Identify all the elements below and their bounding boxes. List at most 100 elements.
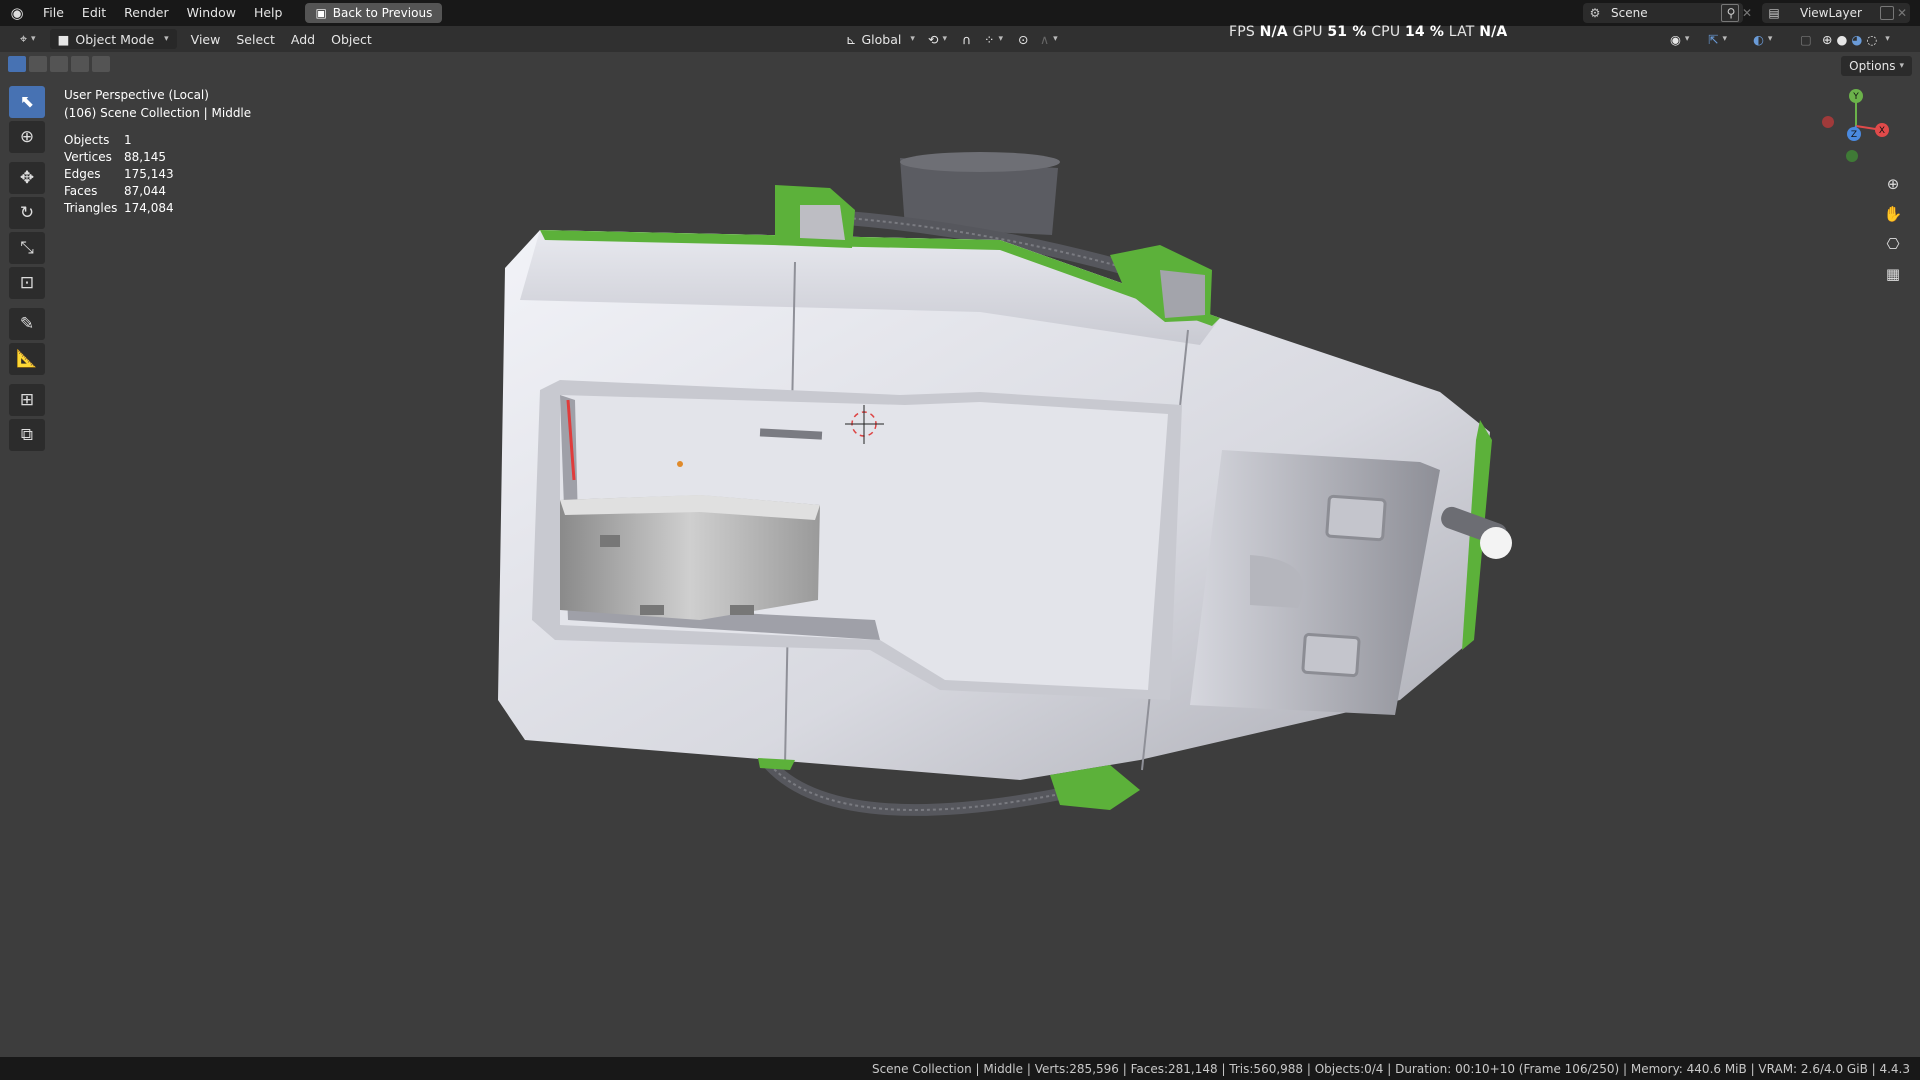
overlays-button[interactable]: ◐ ▾ <box>1745 29 1780 49</box>
stat-row: Objects 1 <box>64 132 251 149</box>
orientation-icon: ⊾ <box>846 31 857 47</box>
grid-snap-icon: ⁘ <box>984 31 995 47</box>
gizmo-neg-x-axis[interactable] <box>1822 116 1834 128</box>
zoom-icon[interactable]: ⊕ <box>1879 170 1907 198</box>
3d-viewport[interactable]: ⬉ ⊕ ✥ ↻ ⤡ ⊡ ✎ 📐 ⊞ ⧉ User Perspective (Lo… <box>0 52 1920 1057</box>
mode-label: Object Mode <box>75 31 155 47</box>
chevron-down-icon[interactable]: ▾ <box>1885 34 1890 44</box>
status-bar: Scene Collection | Middle | Verts:285,59… <box>0 1057 1920 1080</box>
menu-view[interactable]: View <box>183 29 229 49</box>
lat-value: N/A <box>1479 24 1508 40</box>
gizmo-neg-y-axis[interactable] <box>1846 150 1858 162</box>
shading-buttons: ⊕ ● ◕ ◌ ▾ <box>1814 29 1898 49</box>
menu-add[interactable]: Add <box>283 29 323 49</box>
stat-value: 175,143 <box>124 167 174 181</box>
add-object-tool-icon[interactable]: ⧉ <box>9 419 45 451</box>
add-cube-tool-icon[interactable]: ⊞ <box>9 384 45 416</box>
stat-value: 174,084 <box>124 201 174 215</box>
stat-row: Triangles 174,084 <box>64 200 251 217</box>
falloff-icon: ∧ <box>1040 31 1050 47</box>
chevron-down-icon: ▾ <box>1899 61 1904 71</box>
viewlayer-selector[interactable]: ▤ ViewLayer ✕ <box>1762 3 1910 23</box>
ortho-grid-icon[interactable]: ▦ <box>1879 260 1907 288</box>
mode-dropdown[interactable]: ■ Object Mode ▾ <box>49 29 177 49</box>
pivot-icon: ⟲ <box>928 31 939 47</box>
transform-orientation-dropdown[interactable]: ⊾ Global ▾ <box>838 29 923 49</box>
visibility-button[interactable]: ◉ ▾ <box>1662 29 1697 49</box>
select-intersect-icon[interactable] <box>92 56 110 72</box>
statistics-overlay: Objects 1 Vertices 88,145 Edges 175,143 Fac… <box>64 132 251 217</box>
pivot-point-button[interactable]: ⟲ ▾ <box>920 29 955 49</box>
gizmo-z-label: Z <box>1851 130 1857 140</box>
selection-mode-buttons <box>8 56 110 72</box>
options-dropdown[interactable]: Options ▾ <box>1841 56 1912 76</box>
menu-edit[interactable]: Edit <box>73 2 115 24</box>
delete-scene-icon[interactable]: ✕ <box>1739 6 1755 20</box>
stat-row: Edges 175,143 <box>64 166 251 183</box>
navigation-tools: ⊕ ✋ ⎔ ▦ <box>1879 170 1909 290</box>
stat-label: Triangles <box>64 201 118 215</box>
stat-label: Edges <box>64 167 101 181</box>
menu-render[interactable]: Render <box>115 2 178 24</box>
gizmo-y-label: Y <box>1852 92 1859 102</box>
fps-label: FPS <box>1229 24 1255 40</box>
menu-object[interactable]: Object <box>323 29 380 49</box>
new-scene-icon[interactable] <box>1721 4 1739 22</box>
measure-tool-icon[interactable]: 📐 <box>9 343 45 375</box>
object-origin-dot <box>677 461 683 467</box>
stat-label: Vertices <box>64 150 112 164</box>
solid-shading-icon[interactable]: ● <box>1836 32 1847 47</box>
editor-type-icon: ⌖ <box>20 31 28 46</box>
magnet-icon: ∩ <box>962 31 972 47</box>
gpu-label: GPU <box>1292 24 1323 40</box>
gpu-value: 51 % <box>1327 24 1367 40</box>
back-to-previous-button[interactable]: ▣ Back to Previous <box>305 3 443 23</box>
editor-type-button[interactable]: ⌖ ▾ <box>12 29 44 49</box>
menu-window[interactable]: Window <box>178 2 245 24</box>
delete-viewlayer-icon[interactable]: ✕ <box>1894 6 1910 20</box>
perspective-label: User Perspective (Local) <box>64 88 209 102</box>
object-mode-icon: ■ <box>57 31 70 47</box>
stat-label: Objects <box>64 133 110 147</box>
gizmo-toggle-button[interactable]: ⇱ ▾ <box>1700 29 1735 49</box>
cpu-value: 14 % <box>1404 24 1445 40</box>
material-shading-icon[interactable]: ◕ <box>1851 32 1862 47</box>
move-tool-icon[interactable]: ✥ <box>9 162 45 194</box>
rendered-shading-icon[interactable]: ◌ <box>1866 32 1877 47</box>
select-box-tool-icon[interactable]: ⬉ <box>9 86 45 118</box>
select-invert-icon[interactable] <box>71 56 89 72</box>
screen-icon: ▣ <box>315 6 327 20</box>
new-viewlayer-icon[interactable] <box>1880 6 1894 20</box>
menu-select[interactable]: Select <box>228 29 283 49</box>
overlay-icon: ◐ <box>1753 31 1764 47</box>
rotate-tool-icon[interactable]: ↻ <box>9 197 45 229</box>
stat-value: 1 <box>124 133 132 147</box>
select-extend-icon[interactable] <box>29 56 47 72</box>
scale-tool-icon[interactable]: ⤡ <box>9 232 45 264</box>
falloff-button[interactable]: ∧ ▾ <box>1032 29 1066 49</box>
eye-icon: ◉ <box>1670 31 1681 47</box>
wireframe-shading-icon[interactable]: ⊕ <box>1822 32 1832 47</box>
snap-target-button[interactable]: ⁘ ▾ <box>976 29 1011 49</box>
transform-tool-icon[interactable]: ⊡ <box>9 267 45 299</box>
gizmo-icon: ⇱ <box>1708 31 1719 47</box>
pan-hand-icon[interactable]: ✋ <box>1879 200 1907 228</box>
stat-label: Faces <box>64 184 98 198</box>
cursor-tool-icon[interactable]: ⊕ <box>9 121 45 153</box>
orientation-label: Global <box>861 31 902 47</box>
mech-model-render[interactable] <box>0 52 1920 1057</box>
navigation-gizmo[interactable]: Y X Z <box>1816 86 1896 166</box>
viewlayer-icon: ▤ <box>1768 6 1780 20</box>
select-subtract-icon[interactable] <box>50 56 68 72</box>
menu-file[interactable]: File <box>34 2 73 24</box>
chevron-down-icon: ▾ <box>164 34 169 44</box>
select-new-icon[interactable] <box>8 56 26 72</box>
camera-view-icon[interactable]: ⎔ <box>1879 230 1907 258</box>
menu-help[interactable]: Help <box>245 2 292 24</box>
viewlayer-name: ViewLayer <box>1800 6 1862 20</box>
blender-logo-icon[interactable]: ◉ <box>0 0 34 26</box>
stat-row: Faces 87,044 <box>64 183 251 200</box>
annotate-tool-icon[interactable]: ✎ <box>9 308 45 340</box>
gizmo-x-label: X <box>1879 126 1885 136</box>
stat-value: 87,044 <box>124 184 166 198</box>
